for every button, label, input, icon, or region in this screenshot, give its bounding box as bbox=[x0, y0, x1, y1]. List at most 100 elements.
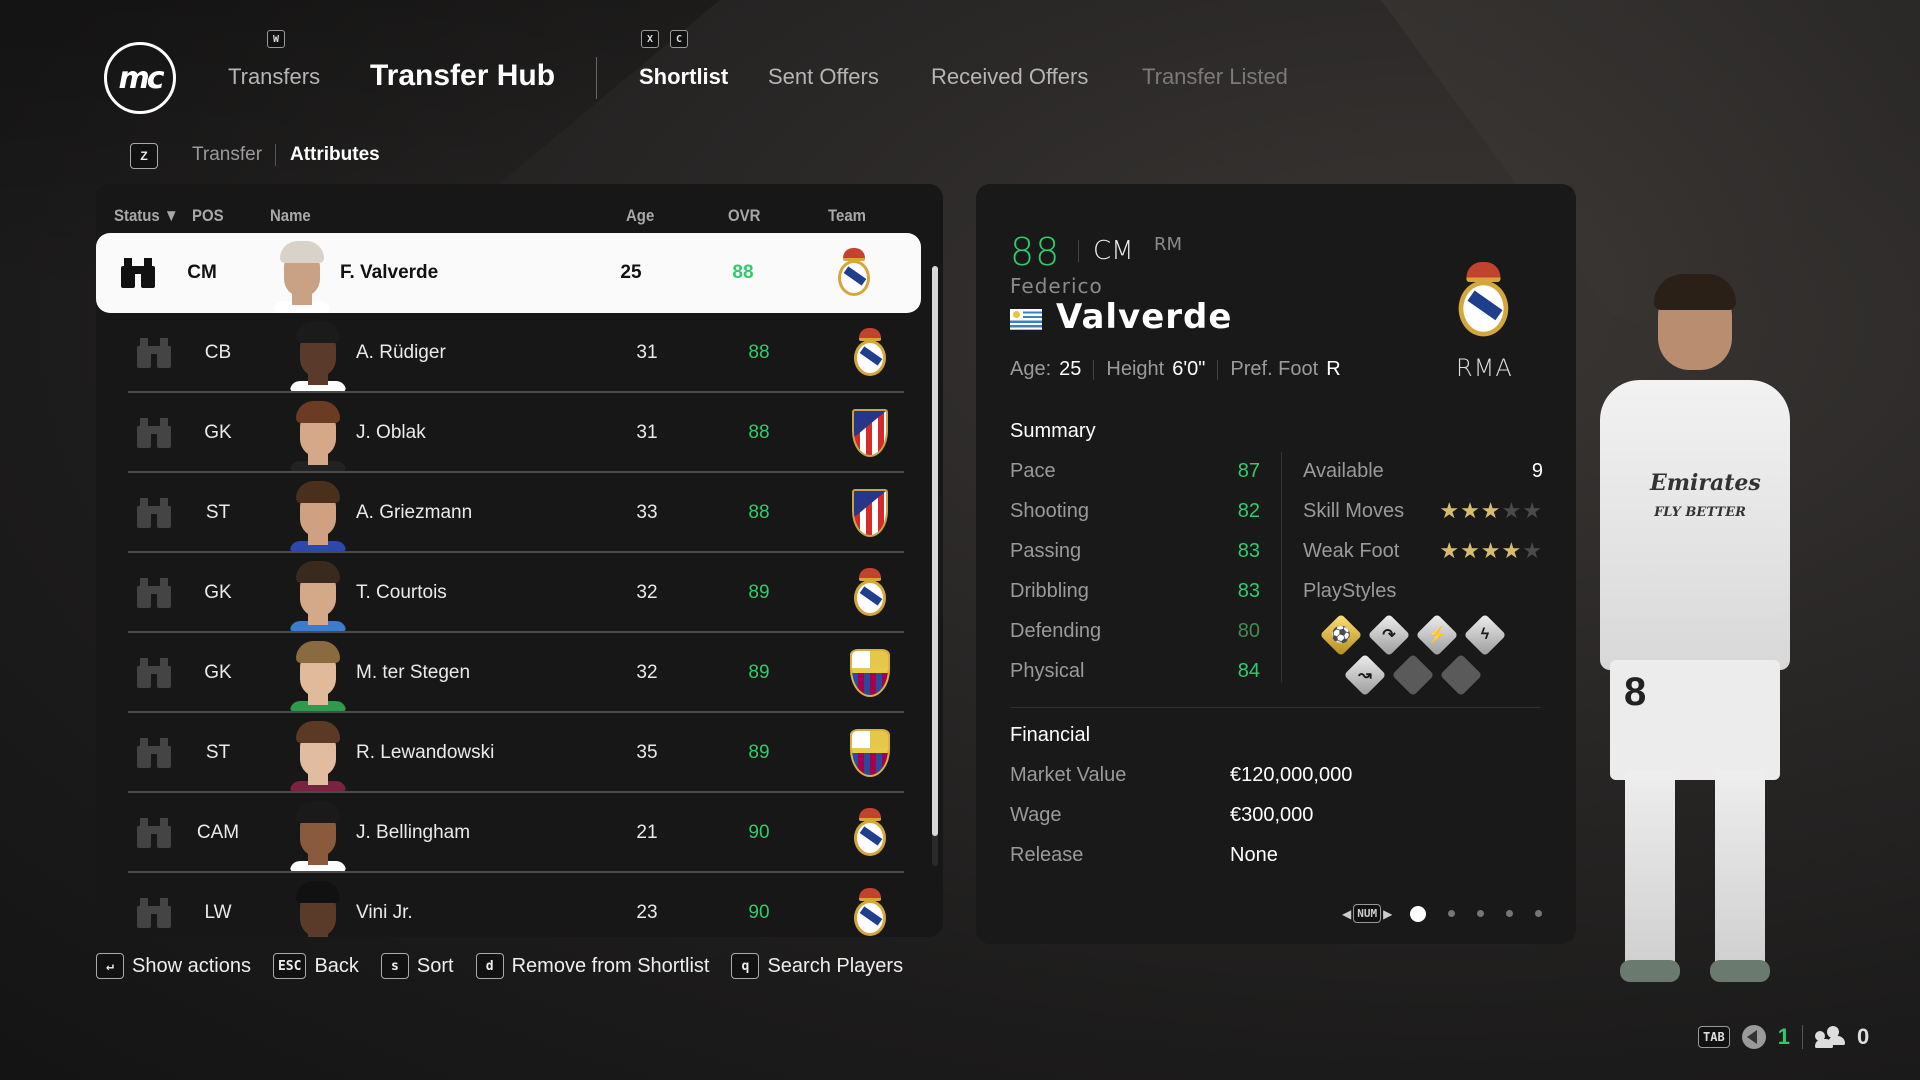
chevron-left-icon[interactable]: ◀ bbox=[1342, 907, 1351, 921]
status-cell[interactable] bbox=[134, 633, 174, 713]
stat-value: 82 bbox=[1237, 500, 1260, 522]
online-count: 0 bbox=[1856, 1024, 1870, 1049]
available-value: 9 bbox=[1531, 460, 1543, 482]
empty-playstyle-slot[interactable] bbox=[1439, 653, 1483, 697]
page-dot[interactable] bbox=[1506, 910, 1514, 917]
stat-value: 87 bbox=[1237, 460, 1260, 482]
status-cell[interactable] bbox=[134, 793, 174, 873]
tab-shortlist[interactable]: Shortlist bbox=[639, 64, 728, 90]
table-row[interactable]: GK M. ter Stegen 32 89 bbox=[112, 633, 904, 713]
status-cell[interactable] bbox=[134, 313, 174, 393]
page-dot[interactable] bbox=[1448, 910, 1456, 917]
table-row[interactable]: LW Vini Jr. 23 90 bbox=[112, 873, 904, 937]
tab-key-hint[interactable]: TAB bbox=[1698, 1026, 1730, 1048]
star-icon: ★ bbox=[1522, 538, 1543, 563]
tab-sent-offers[interactable]: Sent Offers bbox=[768, 64, 879, 90]
col-header-pos[interactable]: POS bbox=[192, 206, 224, 226]
foot-value: R bbox=[1326, 358, 1341, 380]
age-cell: 33 bbox=[636, 502, 658, 523]
subtab-attributes[interactable]: Attributes bbox=[290, 144, 380, 166]
col-header-team[interactable]: Team bbox=[828, 206, 866, 226]
table-row[interactable]: ST A. Griezmann 33 88 bbox=[112, 473, 904, 553]
status-cell[interactable] bbox=[118, 233, 158, 313]
playstyle-whipped-pass-icon[interactable]: ↝ bbox=[1343, 653, 1387, 697]
atletico-madrid-crest-icon bbox=[852, 489, 888, 537]
nav-transfers[interactable]: Transfers bbox=[228, 64, 320, 90]
team-crest-cell bbox=[842, 793, 898, 873]
table-row[interactable]: CAM J. Bellingham 21 90 bbox=[112, 793, 904, 873]
action-search-players[interactable]: q Search Players bbox=[731, 953, 903, 979]
subtab-transfer[interactable]: Transfer bbox=[192, 144, 262, 166]
financial-row: Market Value €120,000,000 bbox=[1010, 764, 1510, 787]
team-crest-cell bbox=[842, 873, 898, 937]
stat-row-passing: Passing 83 bbox=[1010, 540, 1260, 563]
tab-transfer-listed[interactable]: Transfer Listed bbox=[1142, 64, 1288, 90]
action-label: Back bbox=[314, 954, 359, 977]
voice-count: 1 bbox=[1777, 1024, 1790, 1049]
nav-transfer-hub[interactable]: Transfer Hub bbox=[370, 59, 555, 93]
real-madrid-crest-icon bbox=[851, 568, 889, 618]
table-row[interactable]: GK J. Oblak 31 88 bbox=[112, 393, 904, 473]
binoculars-icon bbox=[137, 498, 171, 528]
playstyles-row: PlayStyles bbox=[1303, 580, 1543, 603]
status-cell[interactable] bbox=[134, 473, 174, 553]
player-photo bbox=[282, 393, 354, 473]
weak-foot-row: Weak Foot ★★★★★ bbox=[1303, 538, 1543, 563]
financial-row: Release None bbox=[1010, 844, 1510, 867]
player-detail-panel: 88 CM RM Federico Valverde Age: 25 Heigh… bbox=[976, 184, 1576, 944]
col-header-status[interactable]: Status ▼ bbox=[114, 206, 179, 226]
playstyles-label: PlayStyles bbox=[1303, 580, 1397, 602]
scrollbar-thumb[interactable] bbox=[932, 266, 938, 836]
action-sort[interactable]: s Sort bbox=[380, 953, 454, 979]
page-nav[interactable]: ◀ NUM ▶ bbox=[1342, 904, 1392, 923]
key-hint: s bbox=[380, 953, 409, 979]
table-scrollbar[interactable] bbox=[932, 266, 938, 866]
status-cell[interactable] bbox=[134, 393, 174, 473]
footer-divider bbox=[1801, 1025, 1803, 1049]
bio-divider bbox=[1217, 359, 1219, 380]
status-cell[interactable] bbox=[134, 553, 174, 633]
playstyle-tiki-taka-icon[interactable]: ⚡ bbox=[1415, 613, 1459, 657]
table-row[interactable]: GK T. Courtois 32 89 bbox=[112, 553, 904, 633]
player-hair bbox=[1654, 274, 1736, 310]
action-back[interactable]: ESC Back bbox=[272, 953, 359, 979]
col-header-name[interactable]: Name bbox=[270, 206, 311, 226]
key-hint: d bbox=[475, 953, 504, 979]
col-header-ovr[interactable]: OVR bbox=[728, 206, 760, 226]
status-cell[interactable] bbox=[134, 873, 174, 937]
star-icon: ★ bbox=[1460, 538, 1481, 563]
action-show-actions[interactable]: ↵ Show actions bbox=[96, 953, 251, 979]
team-crest-cell bbox=[826, 233, 882, 313]
player-name-cell: A. Griezmann bbox=[356, 502, 473, 523]
playstyle-power-shot-plus-icon[interactable]: ⚽ bbox=[1319, 613, 1363, 657]
status-cell[interactable] bbox=[134, 713, 174, 793]
tab-received-offers[interactable]: Received Offers bbox=[931, 64, 1088, 90]
page-dot[interactable] bbox=[1535, 910, 1543, 917]
playstyle-relentless-icon[interactable]: ϟ bbox=[1463, 613, 1507, 657]
key-x-hint: X bbox=[641, 30, 659, 48]
stat-label: Defending bbox=[1010, 620, 1102, 642]
playstyle-long-ball-pass-icon[interactable]: ↷ bbox=[1367, 613, 1411, 657]
page-dot[interactable] bbox=[1477, 910, 1485, 917]
table-row[interactable]: CB A. Rüdiger 31 88 bbox=[112, 313, 904, 393]
chevron-right-icon[interactable]: ▶ bbox=[1383, 907, 1392, 921]
ovr-divider bbox=[1078, 240, 1079, 262]
ovr-cell: 88 bbox=[748, 422, 770, 443]
player-photo bbox=[282, 473, 354, 553]
table-row[interactable]: ST R. Lewandowski 35 89 bbox=[112, 713, 904, 793]
skill-moves-row: Skill Moves ★★★★★ bbox=[1303, 498, 1543, 523]
col-header-age[interactable]: Age bbox=[626, 206, 654, 226]
table-row[interactable]: CM F. Valverde 25 88 bbox=[96, 233, 921, 313]
stat-value: 80 bbox=[1237, 620, 1260, 642]
ovr-cell: 88 bbox=[748, 342, 770, 363]
empty-playstyle-slot[interactable] bbox=[1391, 653, 1435, 697]
ovr-cell: 90 bbox=[748, 822, 770, 843]
action-remove-from-shortlist[interactable]: d Remove from Shortlist bbox=[475, 953, 709, 979]
player-boot bbox=[1620, 960, 1680, 982]
real-madrid-crest-icon bbox=[1454, 262, 1513, 340]
player-leg bbox=[1715, 770, 1765, 970]
stat-label: Dribbling bbox=[1010, 580, 1089, 602]
page-dot[interactable] bbox=[1410, 905, 1427, 922]
player-name-cell: M. ter Stegen bbox=[356, 662, 471, 683]
player-photo bbox=[282, 633, 354, 713]
